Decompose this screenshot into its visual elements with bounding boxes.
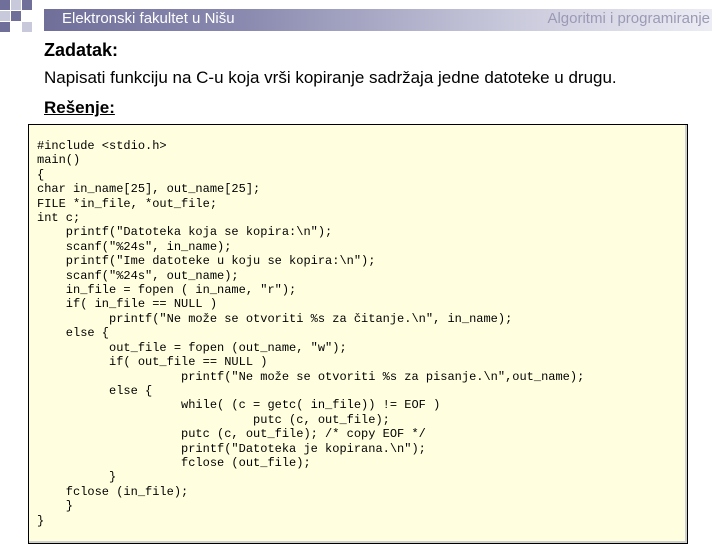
code-line: fclose (out_file); [37,455,311,470]
code-line: int c; [37,211,81,226]
task-label: Zadatak: [44,40,119,60]
task-text: Napisati funkciju na C-u koja vrši kopir… [44,68,617,87]
header-right-title: Algoritmi i programiranje [547,10,710,27]
code-line: } [37,513,45,528]
code-line: scanf("%24s", out_name); [37,268,239,283]
code-line: printf("Ne može se otvoriti %s za čitanj… [37,311,513,326]
code-line: if( in_file == NULL ) [37,297,218,312]
code-line: main() [37,153,81,168]
code-line: if( out_file == NULL ) [37,355,268,370]
code-line: { [37,167,45,182]
code-line: printf("Datoteka koja se kopira:\n"); [37,225,333,240]
code-line: in_file = fopen ( in_name, "r"); [37,283,297,298]
code-line: FILE *in_file, *out_file; [37,196,218,211]
code-line: else { [37,383,153,398]
code-line: scanf("%24s", in_name); [37,239,232,254]
code-block: #include <stdio.h> main() { char in_name… [37,139,584,528]
code-line: printf("Datoteka je kopirana.\n"); [37,441,426,456]
code-line: putc (c, out_file); [37,412,390,427]
code-line: char in_name[25], out_name[25]; [37,182,261,197]
code-line: printf("Ne može se otvoriti %s za pisanj… [37,369,585,384]
code-line: putc (c, out_file); /* copy EOF */ [37,427,426,442]
checkered-logo-icon [0,0,44,44]
code-line: fclose (in_file); [37,484,189,499]
code-line: printf("Ime datoteke u koju se kopira:\n… [37,254,376,269]
code-line: out_file = fopen (out_name, "w"); [37,340,347,355]
code-line: } [37,470,117,485]
code-line: else { [37,326,110,341]
code-line: #include <stdio.h> [37,139,167,153]
code-line: } [37,499,74,514]
code-box: #include <stdio.h> main() { char in_name… [28,124,688,544]
code-line: while( (c = getc( in_file)) != EOF ) [37,398,441,413]
header-left-title: Elektronski fakultet u Nišu [62,10,235,27]
solution-label: Rešenje: [44,98,115,117]
